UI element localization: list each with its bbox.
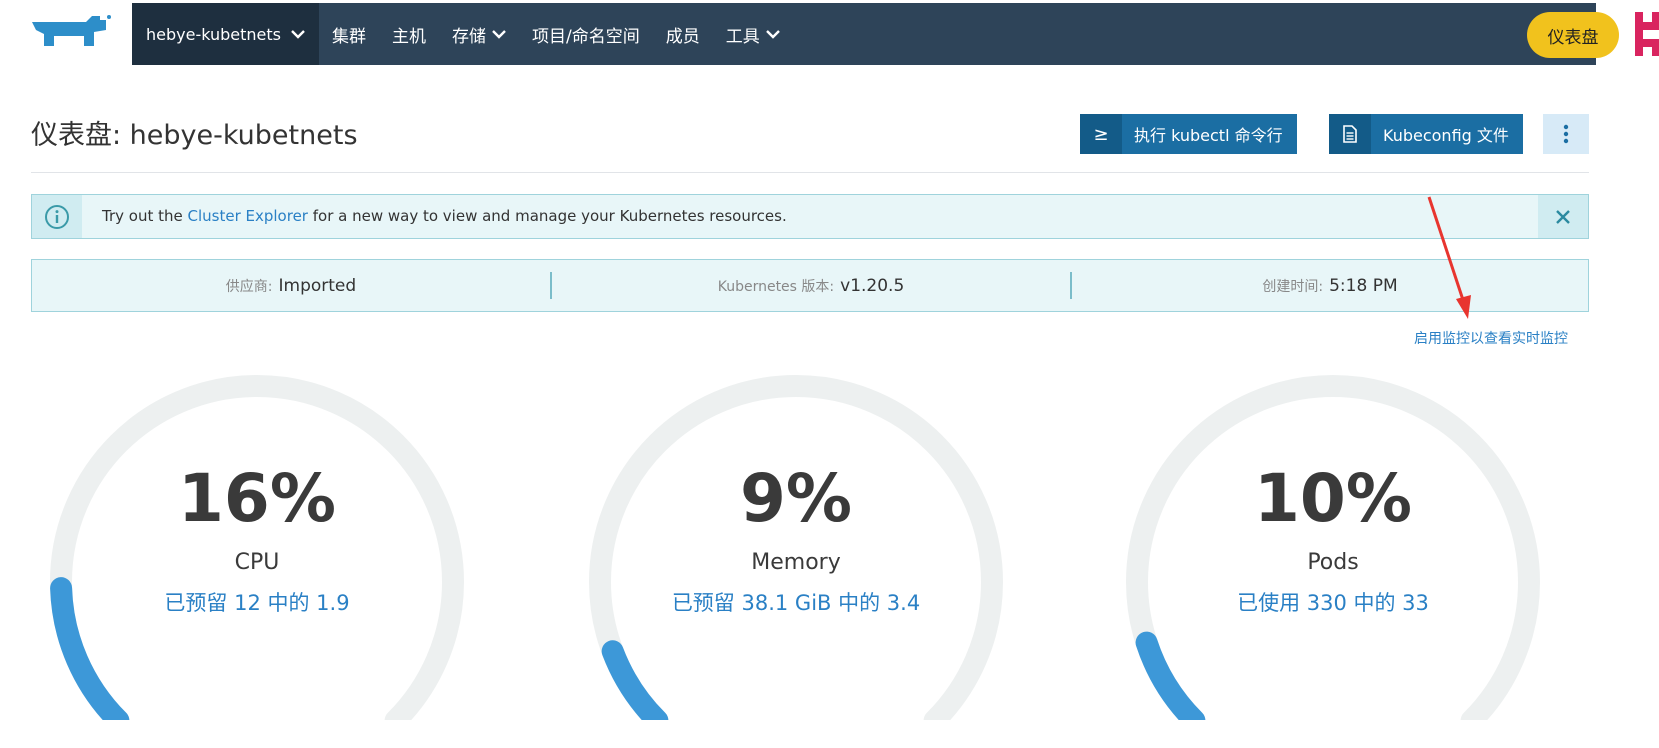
nav-item-members[interactable]: 成员 (653, 3, 713, 65)
document-icon (1329, 114, 1371, 154)
chevron-down-icon (765, 29, 780, 39)
gauge-fill (1135, 631, 1206, 720)
version-label: Kubernetes 版本: (717, 278, 835, 295)
kubernetes-version-info: Kubernetes 版本: v1.20.5 (552, 260, 1070, 311)
nav-item-label: 集群 (332, 26, 367, 47)
created-label: 创建时间: (1262, 278, 1324, 295)
kubectl-shell-label: 执行 kubectl 命令行 (1134, 126, 1283, 145)
nav-item-tools[interactable]: 工具 (713, 3, 793, 65)
created-value: 5:18 PM (1329, 275, 1398, 296)
version-value: v1.20.5 (840, 275, 905, 296)
banner-text: Try out the (102, 207, 188, 225)
banner-message: Try out the Cluster Explorer for a new w… (102, 207, 787, 225)
gauge-detail: 已使用 330 中的 33 (1237, 591, 1429, 615)
kubeconfig-file-label: Kubeconfig 文件 (1383, 126, 1509, 145)
info-icon (32, 195, 82, 238)
header-divider (31, 172, 1589, 173)
close-icon (1556, 209, 1570, 224)
provider-info: 供应商: Imported (32, 260, 550, 311)
user-avatar[interactable] (1635, 12, 1659, 56)
provider-label: 供应商: (225, 278, 273, 295)
kubeconfig-file-button[interactable]: Kubeconfig 文件 (1329, 114, 1523, 154)
nav-item-storage[interactable]: 存储 (439, 3, 519, 65)
banner-text: for a new way to view and manage your Ku… (307, 207, 787, 225)
nav-item-cluster[interactable]: 集群 (319, 3, 379, 65)
chevron-down-icon (492, 29, 506, 39)
close-banner-button[interactable] (1538, 195, 1588, 238)
dashboard-button[interactable]: 仪表盘 (1527, 12, 1619, 58)
page-title: 仪表盘: hebye-kubetnets (31, 120, 358, 151)
nav-item-nodes[interactable]: 主机 (379, 3, 439, 65)
rancher-logo[interactable] (30, 12, 112, 52)
gauge-detail: 已预留 12 中的 1.9 (164, 591, 350, 615)
more-actions-button[interactable] (1543, 114, 1589, 154)
annotation-arrow (1427, 196, 1471, 319)
gauge-label: CPU (234, 550, 280, 575)
gauge-ring (50, 374, 464, 720)
memory-gauge: 9% Memory 已预留 38.1 GiB 中的 3.4 (586, 360, 1006, 720)
created-time-info: 创建时间: 5:18 PM (1072, 260, 1588, 311)
gauge-percent: 10% (1254, 460, 1412, 537)
terminal-icon: ≥ (1080, 114, 1122, 154)
cluster-explorer-link[interactable]: Cluster Explorer (188, 207, 308, 225)
cpu-gauge: 16% CPU 已预留 12 中的 1.9 (47, 360, 467, 720)
gauge-label: Pods (1307, 550, 1359, 575)
gauge-fill (601, 640, 669, 720)
gauge-percent: 16% (178, 460, 336, 537)
gauge-ring (1126, 374, 1540, 720)
chevron-down-icon (291, 29, 305, 39)
nav-item-label: 主机 (392, 26, 427, 47)
pods-gauge: 10% Pods 已使用 330 中的 33 (1123, 360, 1543, 720)
gauge-label: Memory (751, 550, 841, 575)
top-navigation: hebye-kubetnets 集群 主机 存储 项目/命名空间 成员 工具 仪… (132, 3, 1659, 65)
cluster-selector[interactable]: hebye-kubetnets (132, 3, 320, 65)
nav-item-projects[interactable]: 项目/命名空间 (519, 3, 653, 65)
nav-item-label: 成员 (665, 26, 700, 47)
cluster-info-bar: 供应商: Imported Kubernetes 版本: v1.20.5 创建时… (31, 259, 1589, 312)
nav-item-label: 存储 (452, 26, 487, 47)
kebab-icon (1563, 124, 1569, 144)
gauge-percent: 9% (739, 460, 853, 537)
cluster-name: hebye-kubetnets (146, 24, 282, 44)
nav-item-label: 工具 (725, 26, 760, 47)
enable-monitoring-link[interactable]: 启用监控以查看实时监控 (1414, 328, 1568, 348)
nav-item-label: 项目/命名空间 (532, 26, 640, 47)
cluster-explorer-banner: Try out the Cluster Explorer for a new w… (31, 194, 1589, 239)
gauge-detail: 已预留 38.1 GiB 中的 3.4 (671, 591, 921, 615)
provider-value: Imported (278, 275, 357, 296)
gauge-ring (589, 374, 1003, 720)
kubectl-shell-button[interactable]: ≥ 执行 kubectl 命令行 (1080, 114, 1297, 154)
